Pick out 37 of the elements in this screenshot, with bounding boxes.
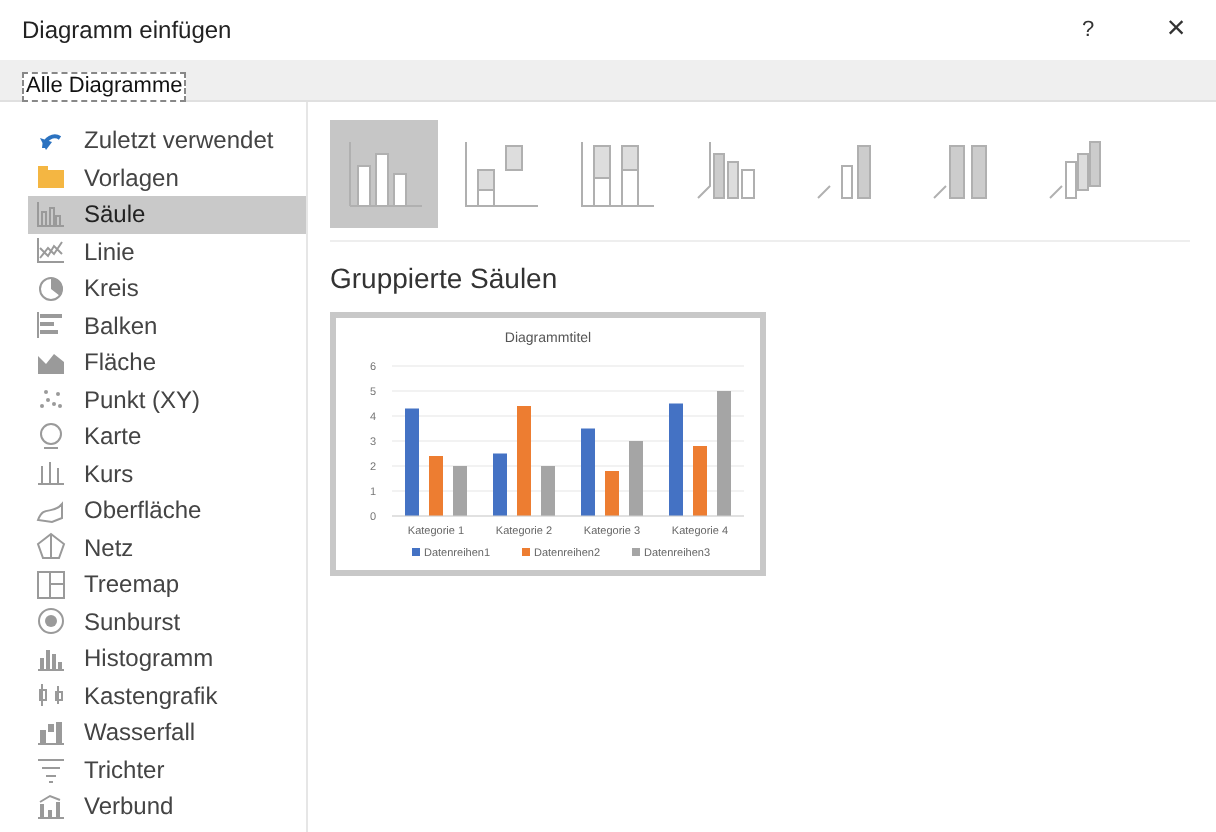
chart-subtype-title: Gruppierte Säulen (330, 260, 560, 298)
chart-type-item[interactable]: Linie (28, 233, 306, 270)
close-button[interactable]: × (1156, 14, 1196, 46)
chart-type-item[interactable]: Balken (28, 307, 306, 344)
chart-type-item[interactable]: Säule (28, 196, 306, 233)
bar (717, 391, 731, 516)
bar (629, 441, 643, 516)
chart-subtype-button[interactable] (330, 120, 438, 228)
window-title: Diagramm einfügen (22, 14, 232, 48)
bar (517, 406, 531, 516)
bar (405, 408, 419, 516)
bar (541, 466, 555, 516)
chart-type-item[interactable]: Histogramm (28, 640, 306, 677)
bar (429, 456, 443, 516)
chart-type-item[interactable]: Trichter (28, 751, 306, 788)
chart-type-item[interactable]: Sunburst (28, 603, 306, 640)
chart-type-item[interactable]: Treemap (28, 566, 306, 603)
bar (581, 428, 595, 516)
bar (693, 446, 707, 516)
bar (669, 403, 683, 516)
chart-type-item[interactable]: Zuletzt verwendet (28, 122, 306, 159)
chart-type-item[interactable]: Karte (28, 418, 306, 455)
chart-type-item[interactable]: Kastengrafik (28, 677, 306, 714)
chart-type-item[interactable]: Kurs (28, 455, 306, 492)
bar (453, 466, 467, 516)
chart-type-item[interactable]: Kreis (28, 270, 306, 307)
chart-type-item[interactable]: Fläche (28, 344, 306, 381)
bar (493, 453, 507, 516)
chart-type-item[interactable]: Wasserfall (28, 714, 306, 751)
chart-type-item[interactable]: Punkt (XY) (28, 381, 306, 418)
tab[interactable]: Alle Diagramme (22, 72, 187, 102)
bar (605, 471, 619, 516)
chart-type-item[interactable]: Oberfläche (28, 492, 306, 529)
chart-type-item[interactable]: Netz (28, 529, 306, 566)
chart-type-item[interactable]: Verbund (28, 788, 306, 825)
chart-type-item[interactable]: Vorlagen (28, 159, 306, 196)
help-button[interactable]: ? (1068, 13, 1108, 47)
